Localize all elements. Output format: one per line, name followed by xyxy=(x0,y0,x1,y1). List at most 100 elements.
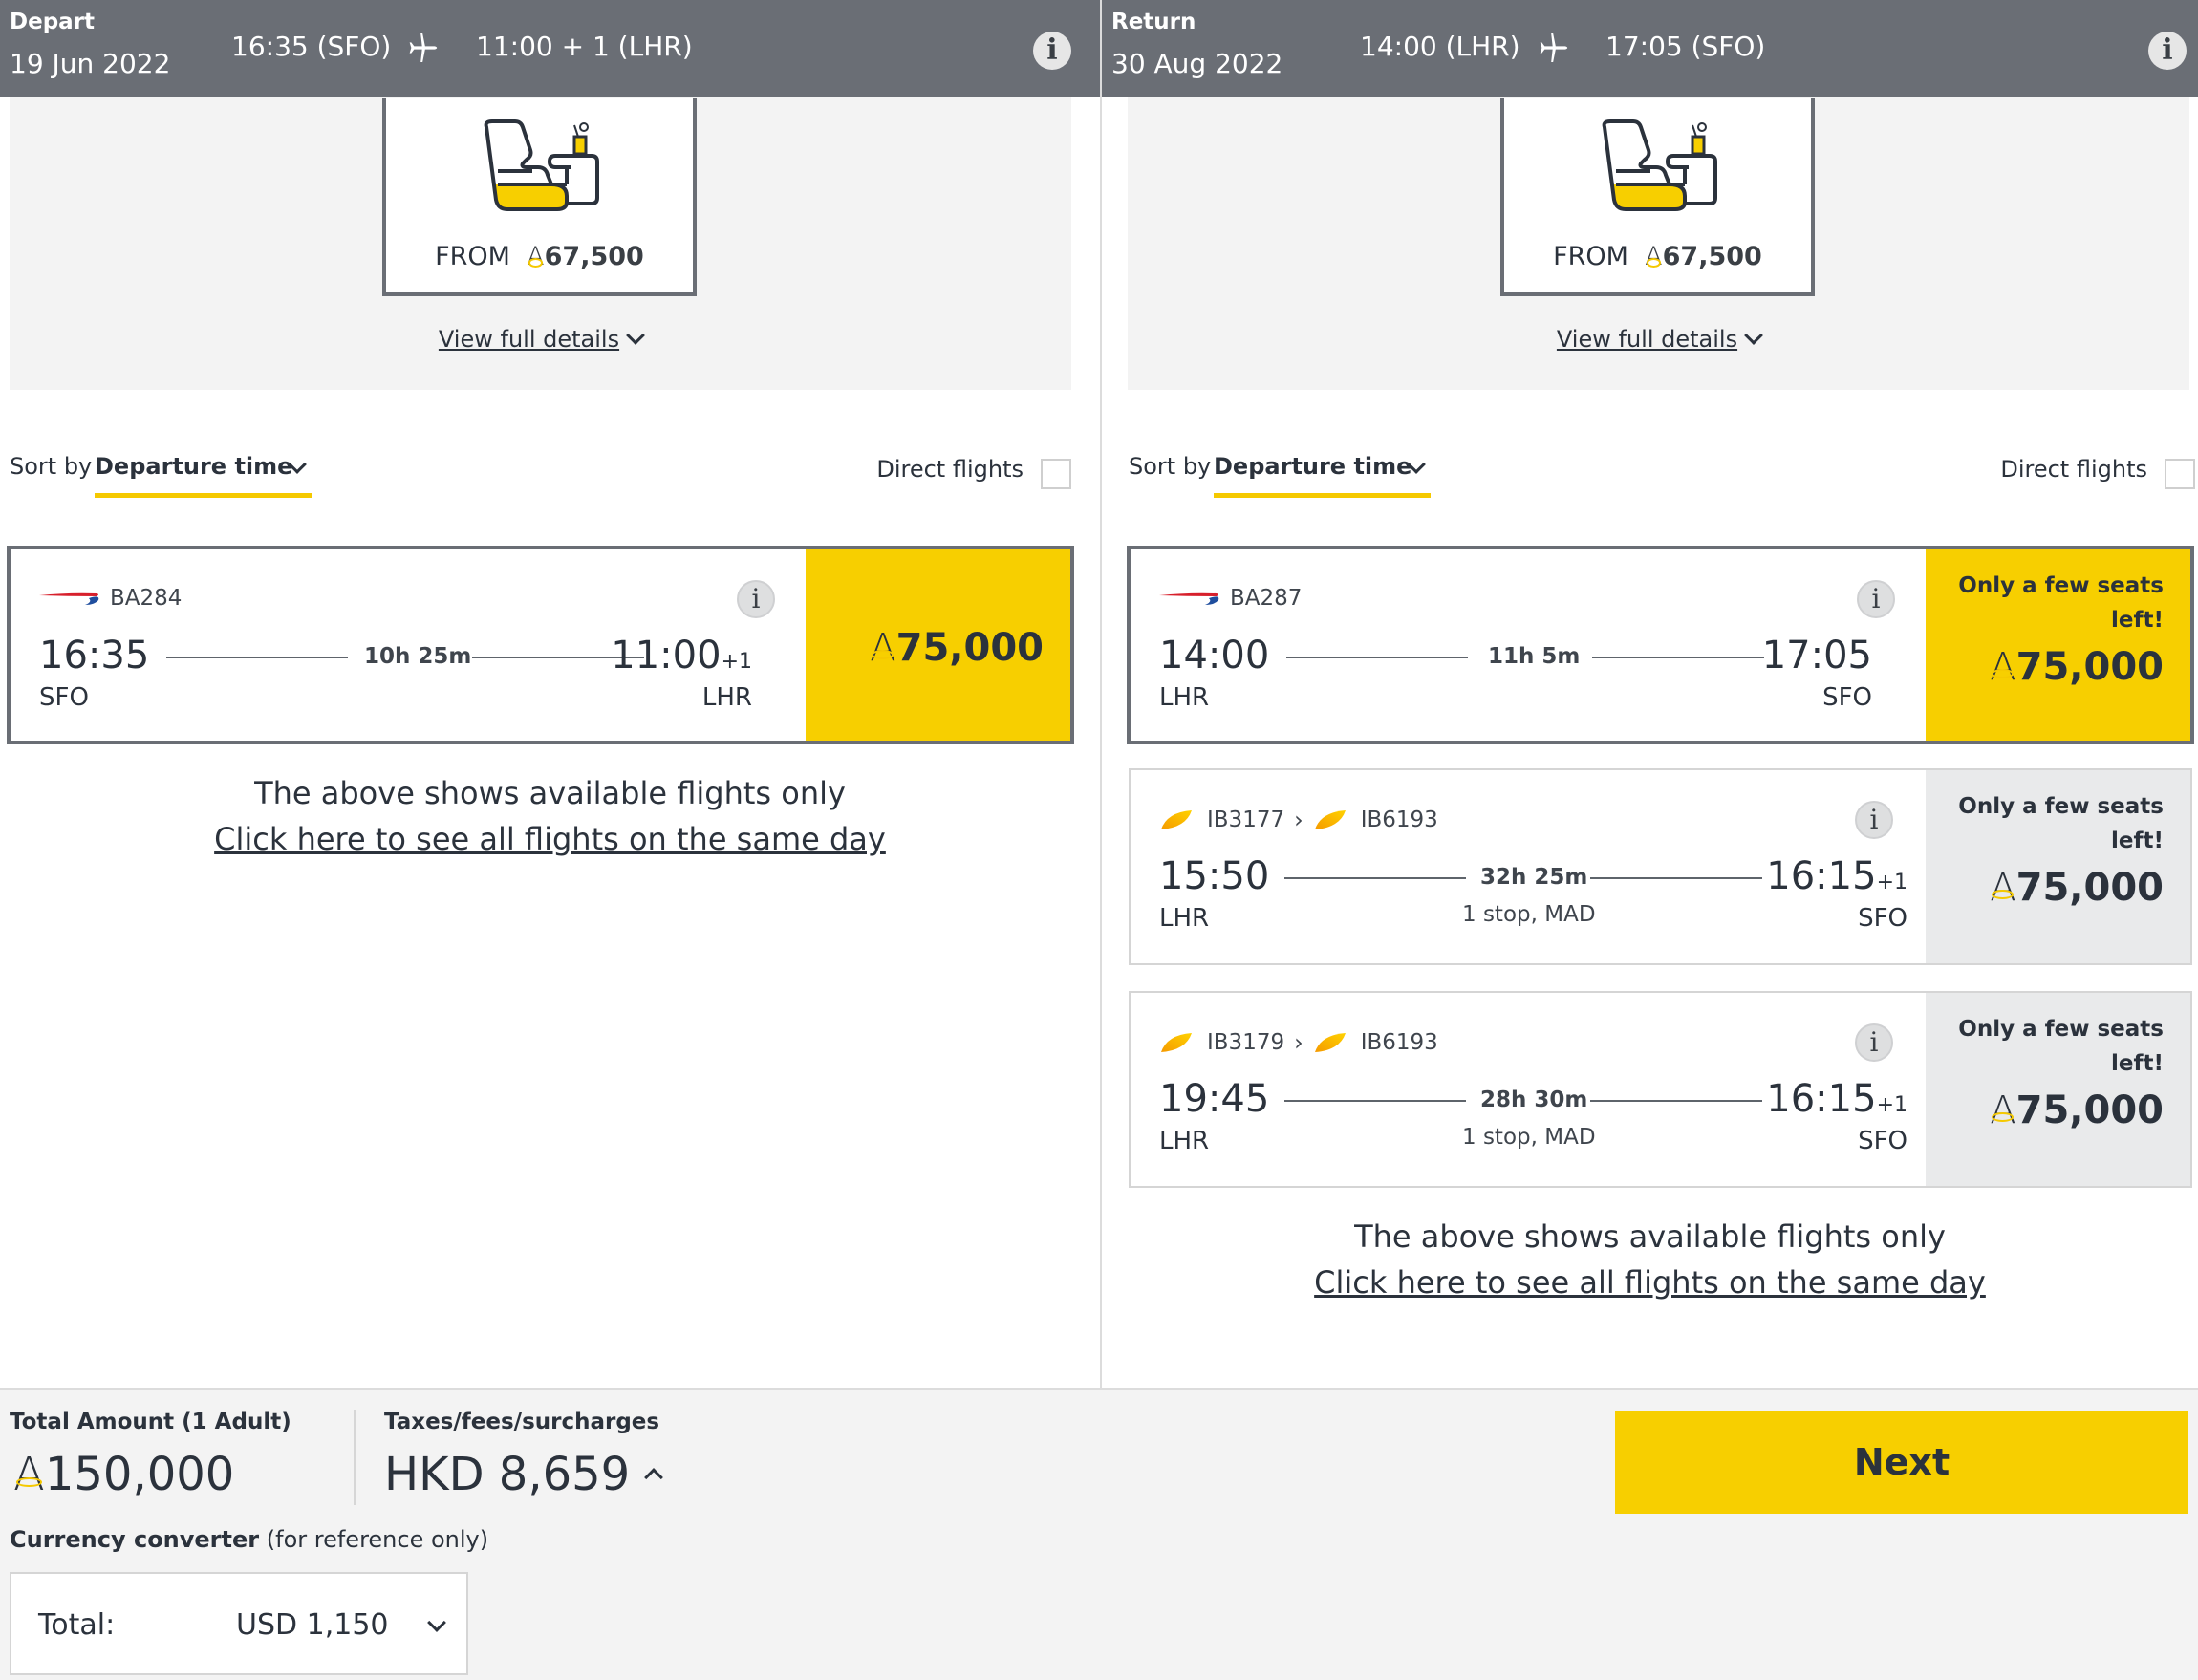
route-line xyxy=(1284,877,1466,879)
direct-flights-label: Direct flights xyxy=(2000,456,2147,483)
chevron-up-icon xyxy=(644,1468,664,1487)
route-line xyxy=(1590,1100,1762,1102)
day-offset: +1 xyxy=(1876,871,1907,894)
depart-label: Depart xyxy=(10,10,96,34)
flight-card[interactable]: BA284 i 16:35 SFO 10h 25m 11:00+1 LHR A7… xyxy=(7,546,1074,744)
sort-dropdown[interactable]: Departure time xyxy=(1214,453,1431,498)
sort-row: Sort by Departure time Direct flights xyxy=(1129,449,2195,506)
converter-total-label: Total: xyxy=(38,1608,116,1642)
flight-number: BA284 xyxy=(39,586,182,611)
flight-card[interactable]: IB3179 › IB6193 i 19:45 LHR 28h 30m 1 st… xyxy=(1129,991,2192,1188)
direct-flights-checkbox[interactable] xyxy=(1041,459,1071,489)
flight-number-text: IB3179 xyxy=(1207,1030,1285,1055)
converter-total-value: USD 1,150 xyxy=(236,1608,389,1642)
dep-airport: LHR xyxy=(1159,683,1210,712)
business-seat-icon xyxy=(484,119,599,211)
duration: 11h 5m xyxy=(1488,644,1581,669)
all-flights-link[interactable]: Click here to see all flights on the sam… xyxy=(1102,1260,2198,1305)
flight-card[interactable]: BA287 i 14:00 LHR 11h 5m 17:05 SFO Only … xyxy=(1127,546,2194,744)
flight-info-icon[interactable]: i xyxy=(1855,1023,1893,1062)
flight-price: A75,000 xyxy=(1990,866,2164,910)
currency-converter-dropdown[interactable]: Total: USD 1,150 xyxy=(10,1572,468,1675)
cabin-from-price: FROM A67,500 xyxy=(1504,242,1811,271)
dep-time: 16:35 xyxy=(39,634,150,678)
next-button[interactable]: Next xyxy=(1615,1411,2188,1514)
flight-number-text: IB6193 xyxy=(1360,808,1438,832)
direct-flights-checkbox[interactable] xyxy=(2165,459,2195,489)
availability-note-block: The above shows available flights only C… xyxy=(0,770,1100,862)
from-amount: 67,500 xyxy=(1662,242,1762,271)
cabin-card[interactable]: FROM A67,500 xyxy=(1500,98,1815,296)
avios-icon: A xyxy=(527,242,545,271)
iberia-logo-icon xyxy=(1161,810,1192,829)
route-line xyxy=(166,657,348,658)
dep-time: 15:50 xyxy=(1159,854,1270,898)
flight-number-text: IB6193 xyxy=(1360,1030,1438,1055)
duration: 28h 30m xyxy=(1480,1088,1588,1112)
british-airways-logo-icon xyxy=(39,592,99,605)
availability-note-block: The above shows available flights only C… xyxy=(1102,1214,2198,1305)
arr-airport: SFO xyxy=(1822,683,1872,712)
route-line xyxy=(1590,877,1762,879)
info-icon[interactable]: i xyxy=(2148,32,2187,70)
sort-dropdown[interactable]: Departure time xyxy=(95,453,312,498)
few-seats-note: Only a few seats left! xyxy=(1958,573,2164,633)
price-section[interactable]: Only a few seats left! A75,000 xyxy=(1926,770,2190,963)
stops: 1 stop, MAD xyxy=(1462,902,1596,927)
price-section[interactable]: A75,000 xyxy=(806,549,1070,741)
business-seat-icon xyxy=(1602,119,1717,211)
taxes-label: Taxes/fees/surcharges xyxy=(384,1410,660,1434)
total-amount: A150,000 xyxy=(13,1448,235,1501)
return-header: Return 30 Aug 2022 14:00 (LHR) 17:05 (SF… xyxy=(1102,0,2198,97)
depart-arr-time: 11:00 + 1 (LHR) xyxy=(476,31,693,62)
british-airways-logo-icon xyxy=(1159,592,1219,605)
flight-info-icon[interactable]: i xyxy=(1855,801,1893,839)
depart-header: Depart 19 Jun 2022 16:35 (SFO) 11:00 + 1… xyxy=(0,0,1100,97)
view-full-details-link[interactable]: View full details xyxy=(1128,326,2189,353)
flight-info-icon[interactable]: i xyxy=(1857,580,1895,618)
from-label: FROM xyxy=(435,242,510,271)
from-label: FROM xyxy=(1553,242,1628,271)
flight-number: BA287 xyxy=(1159,586,1302,611)
duration: 10h 25m xyxy=(364,644,472,669)
info-icon[interactable]: i xyxy=(1033,32,1071,70)
flight-number-text: BA284 xyxy=(110,586,183,611)
avios-icon: A xyxy=(1645,242,1663,271)
direct-flights-label: Direct flights xyxy=(876,456,1024,483)
stops: 1 stop, MAD xyxy=(1462,1125,1596,1150)
few-seats-note: Only a few seats left! xyxy=(1958,794,2164,853)
flight-card[interactable]: IB3177 › IB6193 i 15:50 LHR 32h 25m 1 st… xyxy=(1129,768,2192,965)
flight-price: A75,000 xyxy=(1990,645,2164,689)
return-date: 30 Aug 2022 xyxy=(1111,48,1283,79)
avios-icon: A xyxy=(1990,1088,2016,1132)
cabin-panel: FROM A67,500 View full details xyxy=(10,97,1071,390)
taxes-amount: HKD 8,659 xyxy=(384,1448,631,1501)
divider xyxy=(354,1410,356,1505)
total-amount-label: Total Amount (1 Adult) xyxy=(10,1410,291,1434)
arr-time: 11:00+1 xyxy=(611,634,752,678)
view-full-details-link[interactable]: View full details xyxy=(10,326,1071,353)
return-dep-time: 14:00 (LHR) xyxy=(1360,31,1520,62)
price-section[interactable]: Only a few seats left! A75,000 xyxy=(1926,549,2190,741)
day-offset: +1 xyxy=(1876,1093,1907,1117)
dep-airport: LHR xyxy=(1159,904,1210,933)
cabin-panel: FROM A67,500 View full details xyxy=(1128,97,2189,390)
booking-summary-footer: Total Amount (1 Adult) A150,000 Taxes/fe… xyxy=(0,1388,2198,1680)
cabin-card[interactable]: FROM A67,500 xyxy=(382,98,697,296)
depart-date: 19 Jun 2022 xyxy=(10,48,171,79)
chevron-down-icon xyxy=(1744,326,1763,345)
return-column: Return 30 Aug 2022 14:00 (LHR) 17:05 (SF… xyxy=(1100,0,2198,1388)
price-section[interactable]: Only a few seats left! A75,000 xyxy=(1926,993,2190,1186)
connection-arrow-icon: › xyxy=(1294,1029,1304,1056)
flight-number-text: BA287 xyxy=(1230,586,1303,611)
plane-icon xyxy=(409,33,438,62)
all-flights-link[interactable]: Click here to see all flights on the sam… xyxy=(0,816,1100,862)
taxes-amount-toggle[interactable]: HKD 8,659 xyxy=(384,1448,664,1501)
flight-info-icon[interactable]: i xyxy=(737,580,775,618)
few-seats-note: Only a few seats left! xyxy=(1958,1017,2164,1076)
arr-airport: SFO xyxy=(1858,904,1907,933)
flight-price: A75,000 xyxy=(1990,1088,2164,1132)
return-label: Return xyxy=(1111,10,1196,34)
return-arr-time: 17:05 (SFO) xyxy=(1605,31,1766,62)
dep-time: 14:00 xyxy=(1159,634,1270,678)
